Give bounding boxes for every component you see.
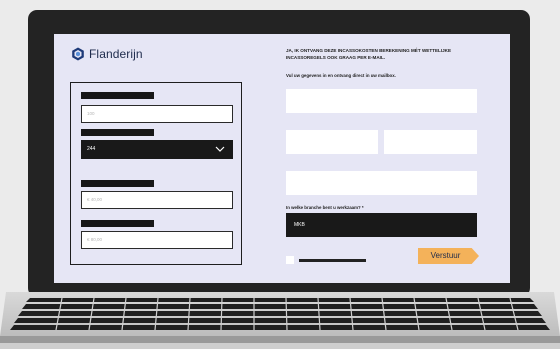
field-label-bar: [81, 129, 154, 136]
laptop-base: [0, 292, 560, 349]
costs-input[interactable]: € 40,00: [81, 191, 233, 209]
company-input[interactable]: [286, 89, 477, 113]
email-input[interactable]: [286, 171, 477, 195]
consent-checkbox[interactable]: [286, 256, 294, 264]
brand-name: Flanderijn: [89, 47, 143, 61]
submit-button[interactable]: Verstuur: [418, 248, 479, 264]
consent-label-bar: [299, 259, 366, 262]
form-heading: JA, IK ONTVANG DEZE INCASSOKOSTEN BEREKE…: [286, 48, 452, 60]
screen: Flanderijn 100 244 € 40,00 € 80,00 JA, I…: [54, 34, 510, 283]
calculator-form: 100 244 € 40,00 € 80,00: [70, 82, 242, 265]
first-name-input[interactable]: [286, 130, 378, 154]
days-select-value: 244: [87, 146, 96, 152]
field-label-bar: [81, 180, 154, 187]
last-name-input[interactable]: [384, 130, 477, 154]
amount-input[interactable]: 100: [81, 105, 233, 123]
total-input[interactable]: € 80,00: [81, 231, 233, 249]
field-label-bar: [81, 220, 154, 227]
branche-select[interactable]: MKB: [286, 213, 477, 237]
form-subtext: Vul uw gegevens in en ontvang direct in …: [286, 73, 396, 78]
field-label-bar: [81, 92, 154, 99]
chevron-down-icon: [215, 146, 225, 152]
branche-label: In welke branche bent u werkzaam? *: [286, 205, 364, 210]
days-select[interactable]: 244: [81, 140, 233, 159]
brand-logo[interactable]: Flanderijn: [71, 47, 143, 61]
hexagon-logo-icon: [72, 47, 84, 61]
